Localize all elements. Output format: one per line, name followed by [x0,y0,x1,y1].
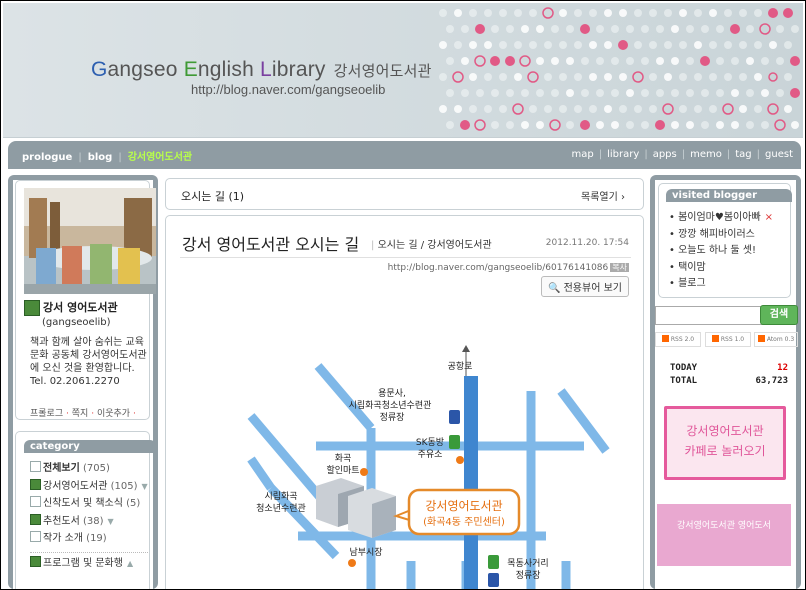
road-lines [247,363,610,589]
chevron-down-icon[interactable]: ▼ [141,482,147,491]
open-list-button[interactable]: 목록열기 › [581,188,625,203]
category-list: 전체보기 (705) 강서영어도서관 (105) ▼ 신착도서 및 책소식 (5)… [30,460,148,572]
profile-links: 프롤로그 · 쪽지 · 이웃추가 · [30,409,136,419]
chevron-up-icon[interactable]: ▲ [127,559,133,568]
rss-icon [757,335,765,342]
map-label: 남부시장 [349,547,382,558]
browser-frame: Gangseo English Library 강서영어도서관 http://bl… [0,0,806,590]
nav-memo[interactable]: memo [690,149,722,160]
blog-url[interactable]: http://blog.naver.com/gangseoelib [191,82,385,97]
link-prologue[interactable]: 프롤로그 [30,409,63,419]
nav-library[interactable]: library [607,149,639,160]
visited-list: • 봄이엄마♥봄이아빠 × • 깡깡 해피바이러스 • 오늘도 하나 둘 셋! •… [669,210,773,293]
profile-photo[interactable] [24,188,156,294]
blog-title-korean: 강서영어도서관 [333,63,432,80]
category-item[interactable]: 강서영어도서관 (105) ▼ [30,478,148,496]
visited-item[interactable]: • 봄이엄마♥봄이아빠 × [669,210,773,227]
today-count: 12 [777,363,788,373]
nav-home[interactable]: 강서영어도서관 [128,148,192,163]
visitor-counter: TODAY 12 TOTAL 63,723 [670,363,788,386]
library-photo-image [24,188,156,294]
map-label: 시립화곡 [264,491,297,502]
main-content: 오시는 길 (1) 목록열기 › 강서 영어도서관 오시는 길 | 오시는 길 … [164,175,644,589]
nav-prologue[interactable]: prologue [22,152,72,163]
directions-map: 공항로 용문사, 시립화곡청소년수련관 정류장 SK동방 주유소 화곡 할인마트… [247,345,610,589]
blog-title[interactable]: Gangseo English Library 강서영어도서관 [91,58,432,82]
nav-map[interactable]: map [572,149,594,160]
total-count: 63,723 [755,376,788,386]
map-label: 정류장 [516,570,541,581]
chevron-down-icon[interactable]: ▼ [108,517,114,526]
library-building-icon [316,478,396,538]
visited-blogger-box: visited blogger • 봄이엄마♥봄이아빠 × • 깡깡 해피바이러스… [658,183,792,298]
category-divider [30,551,148,553]
atom-link[interactable]: Atom 0.3 [754,332,798,347]
map-label: 목동사거리 [507,558,548,569]
blog-icon [24,300,40,316]
rss1-link[interactable]: RSS 1.0 [705,332,751,347]
nav-tag[interactable]: tag [735,149,751,160]
nav-apps[interactable]: apps [653,149,677,160]
map-label: 용문사, [378,388,406,399]
nav-left: prologue | blog | 강서영어도서관 [22,148,192,163]
category-header: category [24,440,156,453]
profile-box: 강서 영어도서관 (gangseoelib) 책과 함께 살아 숨쉬는 교육 문… [15,180,156,420]
folder-icon [30,478,41,490]
search-button[interactable]: 검색 [760,305,798,325]
profile-desc-text: 책과 함께 살아 숨쉬는 교육 문화 공동체 강서영어도서관에 오신 것을 환영… [30,337,147,374]
cafe-banner[interactable]: 강서영어도서관 카페로 놀러오기 [664,406,786,480]
map-label: 화곡 [335,453,352,464]
map-label: 주유소 [418,449,443,460]
nav-bar: prologue | blog | 강서영어도서관 map | library | apps | m… [8,141,801,169]
category-box: category 전체보기 (705) 강서영어도서관 (105) ▼ 신착도서 … [15,431,156,589]
right-sidebar: visited blogger • 봄이엄마♥봄이아빠 × • 깡깡 해피바이러스… [650,175,801,589]
post-list-bar: 오시는 길 (1) 목록열기 › [165,178,644,210]
blog-header: Gangseo English Library 강서영어도서관 http://bl… [3,3,803,138]
category-item[interactable]: 추천도서 (38) ▼ [30,513,148,531]
map-label-library-sub: (화곡4동 주민센터) [423,516,505,528]
profile-name-text: 강서 영어도서관 [43,301,118,314]
nav-guest[interactable]: guest [765,149,793,160]
arrow-up-icon [462,345,470,352]
nav-right: map | library | apps | memo | tag | guest [571,149,793,160]
rss-icon [661,335,669,342]
nav-blog[interactable]: blog [88,152,113,163]
link-add-neighbor[interactable]: 이웃추가 [97,409,130,419]
map-label: 시립화곡청소년수련관 [349,400,432,411]
chevron-right-icon: › [621,192,625,203]
folder-icon [30,513,41,525]
folder-icon [30,555,41,567]
search-input[interactable] [655,306,763,325]
visited-item[interactable]: • 오늘도 하나 둘 셋! [669,243,773,260]
map-label: 할인마트 [326,465,359,476]
category-item[interactable]: 신착도서 및 책소식 (5) [30,495,148,513]
map-label-library: 강서영어도서관 [425,499,502,513]
map-label: 공항로 [448,361,473,372]
library-banner[interactable]: 강서영어도서관 영어도서 [657,504,791,566]
rss2-link[interactable]: RSS 2.0 [655,332,701,347]
category-item[interactable]: 프로그램 및 문화행 ▲ [30,555,148,573]
profile-tel: Tel. 02.2061.2270 [30,376,120,387]
visited-item[interactable]: • 깡깡 해피바이러스 [669,227,773,244]
category-item[interactable]: 전체보기 (705) [30,460,148,478]
profile-id: (gangseoelib) [42,317,111,328]
left-sidebar: 강서 영어도서관 (gangseoelib) 책과 함께 살아 숨쉬는 교육 문… [8,175,158,589]
post: 강서 영어도서관 오시는 길 | 오시는 길 / 강서영어도서관 2012.11… [165,215,644,589]
page-icon [30,496,41,507]
visited-item[interactable]: • 블로그 [669,276,773,293]
close-icon[interactable]: × [765,212,773,223]
page-icon [30,531,41,542]
profile-description: 책과 함께 살아 숨쉬는 교육 문화 공동체 강서영어도서관에 오신 것을 환영… [30,336,154,388]
map-label: SK동방 [416,437,444,448]
profile-name[interactable]: 강서 영어도서관 [24,299,118,316]
visited-item[interactable]: • 택이맘 [669,260,773,277]
rss-icon [711,335,719,342]
category-item[interactable]: 작가 소개 (19) [30,530,148,548]
page-icon [30,461,41,472]
map-label: 정류장 [380,412,405,423]
visited-header: visited blogger [666,189,792,202]
post-list-title: 오시는 길 (1) [181,190,245,203]
link-message[interactable]: 쪽지 [72,409,89,419]
map-label: 청소년수련관 [256,503,306,514]
